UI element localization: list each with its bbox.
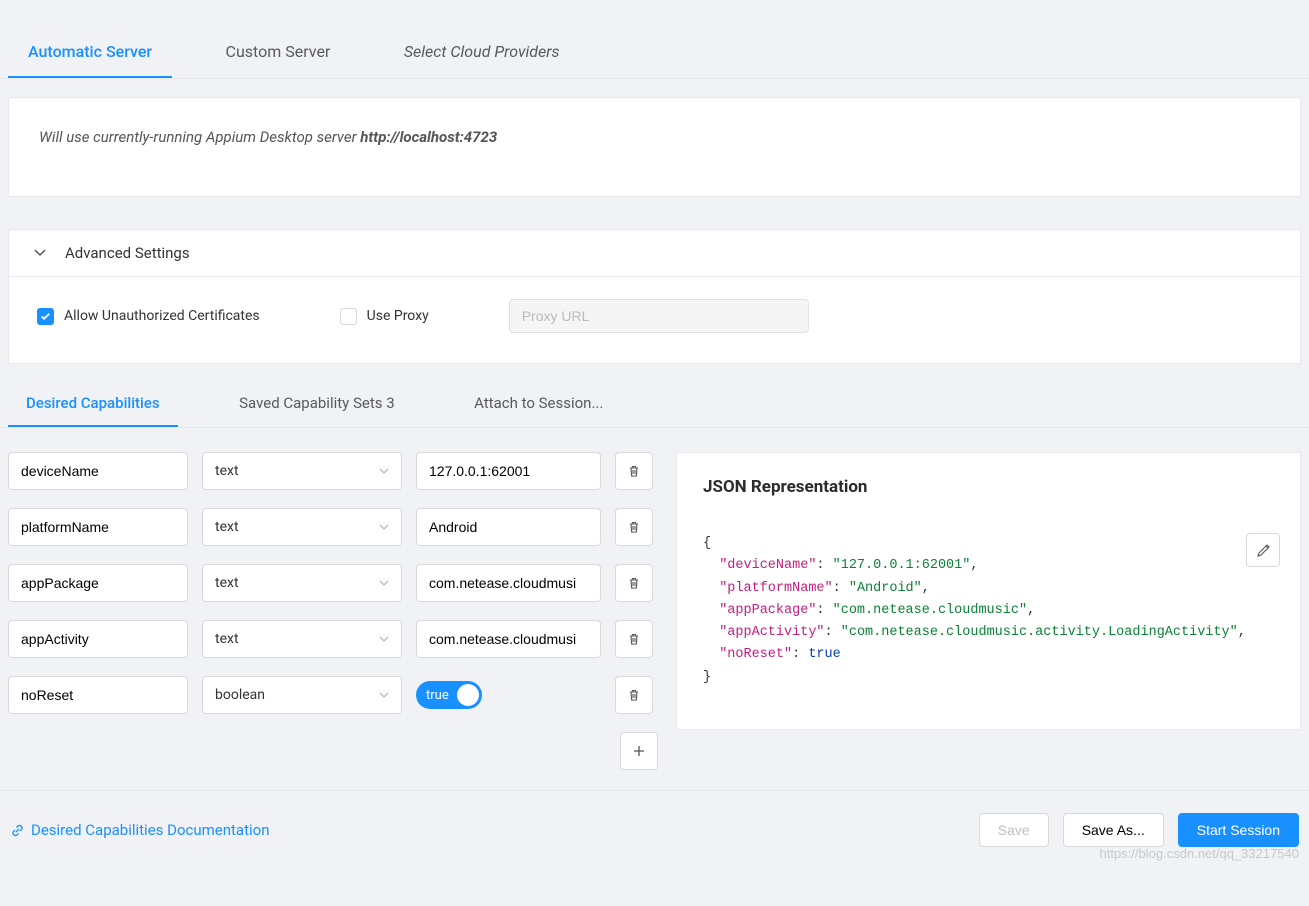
checkbox-empty-icon xyxy=(340,308,357,325)
capability-type-select[interactable]: text xyxy=(202,564,402,602)
switch-label: true xyxy=(426,688,449,703)
capability-name-input[interactable] xyxy=(8,452,188,490)
server-info-card: Will use currently-running Appium Deskto… xyxy=(8,97,1301,197)
proxy-url-input[interactable] xyxy=(509,299,809,333)
delete-capability-button[interactable] xyxy=(615,676,653,714)
advanced-settings-title: Advanced Settings xyxy=(65,244,190,262)
tab-saved-capability-sets[interactable]: Saved Capability Sets 3 xyxy=(221,382,413,427)
server-info-url: http://localhost:4723 xyxy=(360,128,497,146)
save-button[interactable]: Save xyxy=(979,813,1049,847)
trash-icon xyxy=(627,688,641,702)
trash-icon xyxy=(627,520,641,534)
chevron-down-icon xyxy=(379,466,389,476)
capabilities-area: text text text xyxy=(8,452,1301,770)
capability-type-value: text xyxy=(215,631,239,647)
capability-type-value: text xyxy=(215,519,239,535)
tab-automatic-server[interactable]: Automatic Server xyxy=(8,28,172,78)
capability-boolean-switch[interactable]: true xyxy=(416,681,482,709)
capability-type-select[interactable]: boolean xyxy=(202,676,402,714)
tab-cloud-providers[interactable]: Select Cloud Providers xyxy=(384,28,580,78)
capability-type-value: text xyxy=(215,463,239,479)
check-icon xyxy=(37,308,54,325)
capabilities-list: text text text xyxy=(8,452,658,770)
chevron-down-icon xyxy=(379,522,389,532)
capability-type-value: text xyxy=(215,575,239,591)
use-proxy-label: Use Proxy xyxy=(367,308,429,324)
footer-buttons: Save Save As... Start Session xyxy=(979,813,1299,847)
tab-attach-to-session[interactable]: Attach to Session... xyxy=(456,382,621,427)
plus-icon xyxy=(632,744,646,758)
advanced-settings-card: Advanced Settings Allow Unauthorized Cer… xyxy=(8,229,1301,364)
delete-capability-button[interactable] xyxy=(615,564,653,602)
capability-name-input[interactable] xyxy=(8,676,188,714)
add-capability-row xyxy=(8,732,658,770)
docs-link[interactable]: Desired Capabilities Documentation xyxy=(10,821,269,839)
use-proxy-checkbox[interactable]: Use Proxy xyxy=(340,308,429,325)
capability-row: boolean true xyxy=(8,676,658,714)
chevron-down-icon xyxy=(379,634,389,644)
footer: Desired Capabilities Documentation Save … xyxy=(0,790,1309,859)
capability-row: text xyxy=(8,452,658,490)
edit-json-button[interactable] xyxy=(1246,533,1280,567)
chevron-down-icon xyxy=(33,246,47,260)
add-capability-button[interactable] xyxy=(620,732,658,770)
pencil-icon xyxy=(1256,543,1271,558)
save-as-button[interactable]: Save As... xyxy=(1063,813,1164,847)
server-info-prefix: Will use currently-running Appium Deskto… xyxy=(39,128,360,146)
server-tabs: Automatic Server Custom Server Select Cl… xyxy=(0,28,1309,79)
trash-icon xyxy=(627,632,641,646)
switch-knob xyxy=(457,684,479,706)
advanced-settings-toggle[interactable]: Advanced Settings xyxy=(9,230,1300,277)
tab-desired-capabilities[interactable]: Desired Capabilities xyxy=(8,382,178,427)
capability-type-value: boolean xyxy=(215,687,265,703)
delete-capability-button[interactable] xyxy=(615,452,653,490)
allow-unauthorized-label: Allow Unauthorized Certificates xyxy=(64,308,260,324)
allow-unauthorized-checkbox[interactable]: Allow Unauthorized Certificates xyxy=(37,308,260,325)
json-content: { "deviceName": "127.0.0.1:62001", "plat… xyxy=(703,533,1274,689)
json-representation-title: JSON Representation xyxy=(703,477,1274,497)
capability-value-input[interactable] xyxy=(416,452,601,490)
capability-type-select[interactable]: text xyxy=(202,452,402,490)
watermark-text: https://blog.csdn.net/qq_33217540 xyxy=(1100,846,1300,861)
capability-name-input[interactable] xyxy=(8,620,188,658)
capability-value-input[interactable] xyxy=(416,564,601,602)
capability-tabs: Desired Capabilities Saved Capability Se… xyxy=(0,382,1309,428)
trash-icon xyxy=(627,576,641,590)
capability-row: text xyxy=(8,508,658,546)
capability-row: text xyxy=(8,564,658,602)
delete-capability-button[interactable] xyxy=(615,508,653,546)
advanced-settings-body: Allow Unauthorized Certificates Use Prox… xyxy=(9,277,1300,363)
capability-name-input[interactable] xyxy=(8,508,188,546)
start-session-button[interactable]: Start Session xyxy=(1178,813,1299,847)
tab-custom-server[interactable]: Custom Server xyxy=(206,28,351,78)
capability-value-input[interactable] xyxy=(416,620,601,658)
capability-type-select[interactable]: text xyxy=(202,620,402,658)
chevron-down-icon xyxy=(379,690,389,700)
docs-link-text: Desired Capabilities Documentation xyxy=(31,821,269,839)
delete-capability-button[interactable] xyxy=(615,620,653,658)
capability-name-input[interactable] xyxy=(8,564,188,602)
server-info-text: Will use currently-running Appium Deskto… xyxy=(9,98,1300,196)
capability-row: text xyxy=(8,620,658,658)
trash-icon xyxy=(627,464,641,478)
link-icon xyxy=(10,823,25,838)
capability-value-input[interactable] xyxy=(416,508,601,546)
capability-type-select[interactable]: text xyxy=(202,508,402,546)
json-representation-card: JSON Representation { "deviceName": "127… xyxy=(676,452,1301,730)
chevron-down-icon xyxy=(379,578,389,588)
